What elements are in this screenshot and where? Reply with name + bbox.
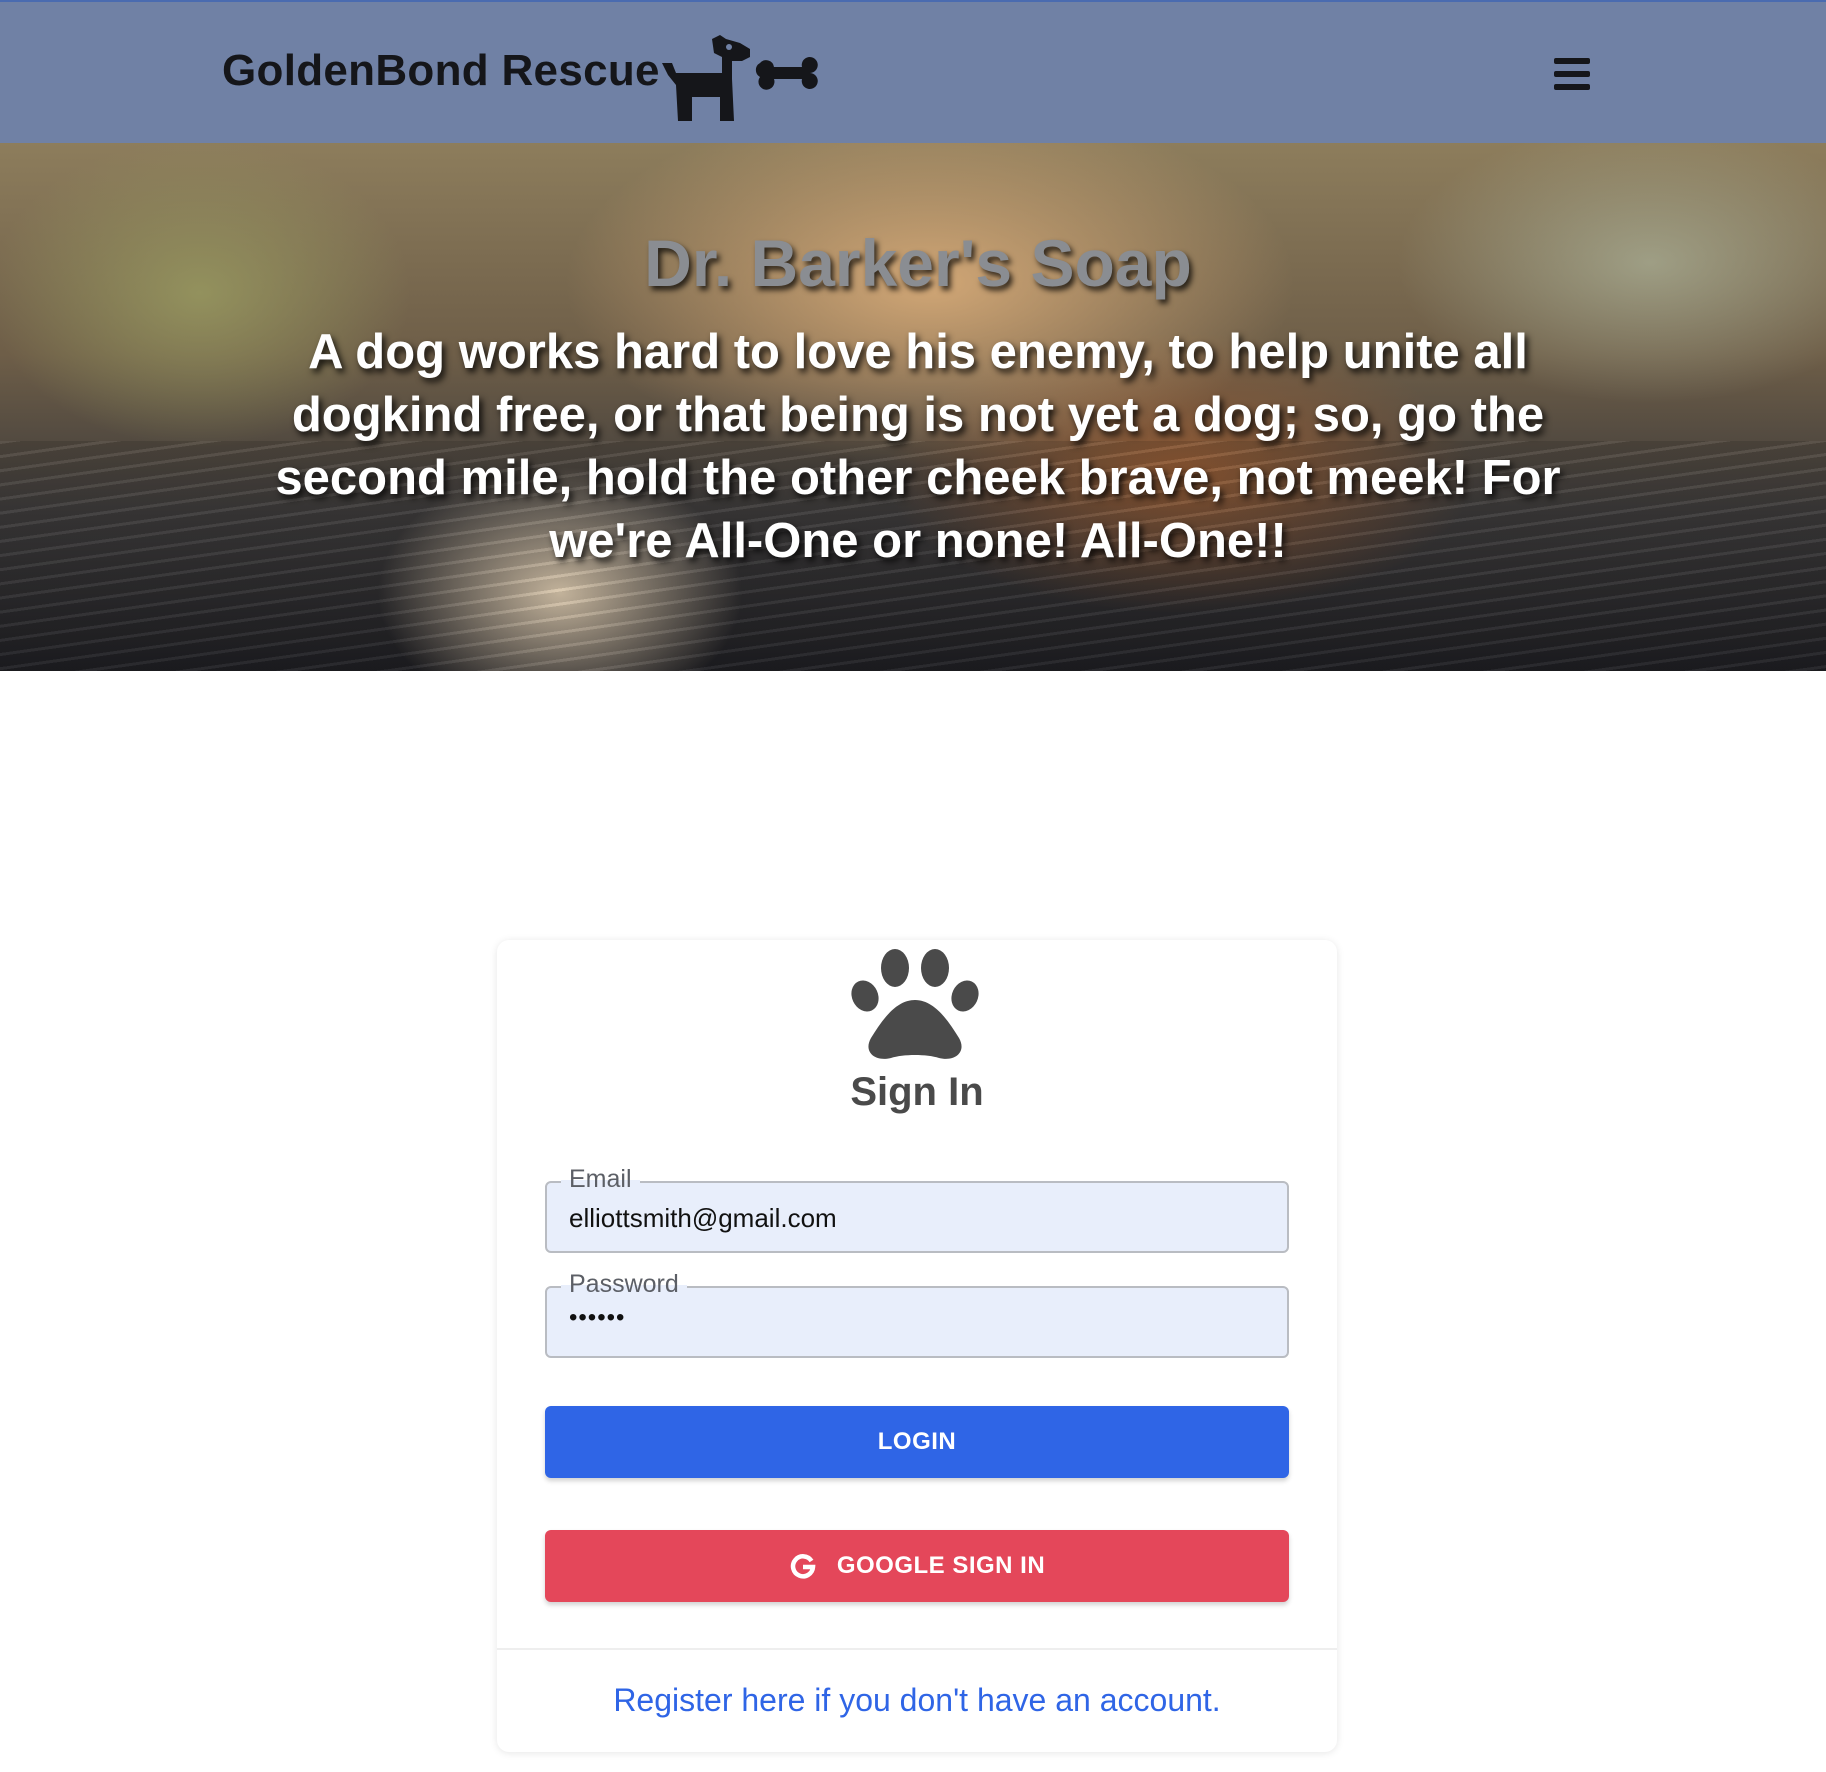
login-button[interactable]: LOGIN [545, 1406, 1289, 1478]
signin-card: Sign In Email elliottsmith@gmail.com Pas… [497, 940, 1337, 1752]
email-input[interactable]: elliottsmith@gmail.com [569, 1203, 837, 1234]
hero-quote: A dog works hard to love his enemy, to h… [275, 325, 1561, 568]
top-navbar: GoldenBond Rescue [0, 0, 1826, 143]
google-g-icon [790, 1554, 816, 1579]
signin-title: Sign In [850, 1070, 984, 1114]
paw-icon [851, 949, 979, 1059]
password-field[interactable]: Password •••••• [545, 1270, 1289, 1358]
hero-title: Dr. Barker's Soap [644, 226, 1192, 300]
email-field[interactable]: Email elliottsmith@gmail.com [545, 1165, 1289, 1253]
email-label: Email [561, 1165, 640, 1194]
password-label: Password [561, 1270, 687, 1299]
google-signin-button[interactable]: GOOGLE SIGN IN [545, 1530, 1289, 1602]
google-signin-label: GOOGLE SIGN IN [836, 1552, 1046, 1579]
register-link[interactable]: Register here if you don't have an accou… [497, 1682, 1337, 1719]
login-button-label: LOGIN [877, 1428, 957, 1455]
dog-with-bone-icon [662, 35, 818, 121]
card-divider [497, 1648, 1337, 1650]
brand-name[interactable]: GoldenBond Rescue [222, 46, 660, 96]
hero-banner: Dr. Barker's Soap A dog works hard to lo… [0, 143, 1826, 671]
password-input[interactable]: •••••• [569, 1304, 625, 1332]
hamburger-menu-icon[interactable] [1548, 52, 1596, 96]
